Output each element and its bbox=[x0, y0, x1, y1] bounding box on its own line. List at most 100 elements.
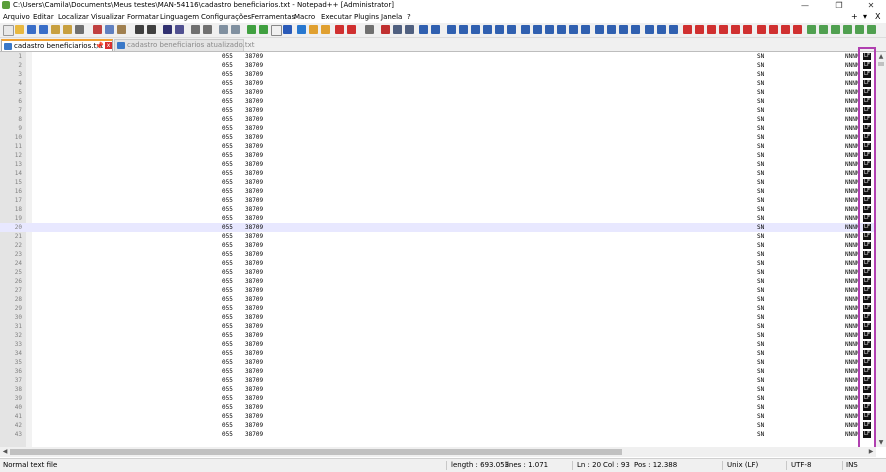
add-tab-icon[interactable]: + bbox=[851, 11, 858, 23]
compare-first-icon[interactable] bbox=[471, 25, 480, 34]
editor-line[interactable]: 34 055 38709 SN NNNN LF bbox=[0, 349, 874, 358]
close-window-button[interactable]: ✕ bbox=[860, 0, 882, 11]
compare-last-icon[interactable] bbox=[507, 25, 516, 34]
replace-icon[interactable] bbox=[175, 25, 184, 34]
tool-green-1-icon[interactable] bbox=[807, 25, 816, 34]
menu-macro[interactable]: Macro bbox=[294, 11, 315, 23]
record-macro-icon[interactable] bbox=[347, 25, 356, 34]
menu-editar[interactable]: Editar bbox=[33, 11, 54, 23]
editor-line[interactable]: 9 055 38709 SN NNNN LF bbox=[0, 124, 874, 133]
scroll-up-icon[interactable]: ▲ bbox=[876, 52, 886, 61]
copy-icon[interactable] bbox=[105, 25, 114, 34]
editor-line[interactable]: 22 055 38709 SN NNNN LF bbox=[0, 241, 874, 250]
panel-b-icon[interactable] bbox=[657, 25, 666, 34]
menu-ferramentas[interactable]: Ferramentas bbox=[251, 11, 295, 23]
stop-macro-icon[interactable] bbox=[365, 25, 374, 34]
show-all-characters-icon[interactable] bbox=[259, 25, 268, 34]
diff-e-icon[interactable] bbox=[569, 25, 578, 34]
save-macro-icon[interactable] bbox=[405, 25, 414, 34]
editor-line[interactable]: 14 055 38709 SN NNNN LF bbox=[0, 169, 874, 178]
editor-line[interactable]: 2 055 38709 SN NNNN LF bbox=[0, 61, 874, 70]
close-all-icon[interactable] bbox=[63, 25, 72, 34]
menu-help[interactable]: ? bbox=[407, 11, 411, 23]
folder-workspace-icon[interactable] bbox=[321, 25, 330, 34]
menu-janela[interactable]: Janela bbox=[381, 11, 402, 23]
compare-clear-icon[interactable] bbox=[459, 25, 468, 34]
editor-line[interactable]: 25 055 38709 SN NNNN LF bbox=[0, 268, 874, 277]
editor-line[interactable]: 11 055 38709 SN NNNN LF bbox=[0, 142, 874, 151]
editor-line[interactable]: 15 055 38709 SN NNNN LF bbox=[0, 178, 874, 187]
function-list-icon[interactable] bbox=[309, 25, 318, 34]
word-wrap-icon[interactable] bbox=[247, 25, 256, 34]
tool-green-3-icon[interactable] bbox=[831, 25, 840, 34]
editor-line[interactable]: 29 055 38709 SN NNNN LF bbox=[0, 304, 874, 313]
zoom-in-icon[interactable] bbox=[191, 25, 200, 34]
nav-b-icon[interactable] bbox=[607, 25, 616, 34]
indent-guide-icon[interactable] bbox=[271, 25, 282, 36]
editor-line[interactable]: 43 055 38709 SN NNNN LF bbox=[0, 430, 874, 439]
editor-line[interactable]: 42 055 38709 SN NNNN LF bbox=[0, 421, 874, 430]
compare-prev-icon[interactable] bbox=[483, 25, 492, 34]
tab-cadastro-beneficiarios[interactable]: cadastro beneficiarios.txt 📌 x bbox=[1, 39, 113, 51]
editor-line[interactable]: 3 055 38709 SN NNNN LF bbox=[0, 70, 874, 79]
play-macro-icon[interactable] bbox=[381, 25, 390, 34]
horizontal-scroll-thumb[interactable] bbox=[10, 449, 622, 455]
nav-a-icon[interactable] bbox=[595, 25, 604, 34]
menu-linguagem[interactable]: Linguagem bbox=[160, 11, 199, 23]
paste-icon[interactable] bbox=[117, 25, 126, 34]
editor-line[interactable]: 20 055 38709 SN NNNN LF bbox=[0, 223, 874, 232]
editor-line[interactable]: 21 055 38709 SN NNNN LF bbox=[0, 232, 874, 241]
diff-d-icon[interactable] bbox=[557, 25, 566, 34]
panel-a-icon[interactable] bbox=[645, 25, 654, 34]
editor-line[interactable]: 31 055 38709 SN NNNN LF bbox=[0, 322, 874, 331]
editor-line[interactable]: 36 055 38709 SN NNNN LF bbox=[0, 367, 874, 376]
tool-green-6-icon[interactable] bbox=[867, 25, 876, 34]
close-file-icon[interactable] bbox=[51, 25, 60, 34]
cut-icon[interactable] bbox=[93, 25, 102, 34]
editor-line[interactable]: 38 055 38709 SN NNNN LF bbox=[0, 385, 874, 394]
diff-c-icon[interactable] bbox=[545, 25, 554, 34]
plugin-a-icon[interactable] bbox=[419, 25, 428, 34]
arrow-red-6-icon[interactable] bbox=[743, 25, 752, 34]
maximize-button[interactable]: ❐ bbox=[828, 0, 850, 11]
editor-line[interactable]: 41 055 38709 SN NNNN LF bbox=[0, 412, 874, 421]
arrow-red-1-icon[interactable] bbox=[683, 25, 692, 34]
open-file-icon[interactable] bbox=[15, 25, 24, 34]
text-editor[interactable]: 1 055 38709 SN NNNN LF 2 055 38709 SN NNNN LF 3 055 38… bbox=[0, 52, 874, 447]
editor-line[interactable]: 12 055 38709 SN NNNN LF bbox=[0, 151, 874, 160]
arrow-red-10-icon[interactable] bbox=[793, 25, 802, 34]
scroll-down-icon[interactable]: ▼ bbox=[876, 438, 886, 447]
arrow-red-8-icon[interactable] bbox=[769, 25, 778, 34]
run-macro-multiple-icon[interactable] bbox=[393, 25, 402, 34]
editor-line[interactable]: 23 055 38709 SN NNNN LF bbox=[0, 250, 874, 259]
editor-line[interactable]: 28 055 38709 SN NNNN LF bbox=[0, 295, 874, 304]
menu-configuracoes[interactable]: Configurações bbox=[201, 11, 251, 23]
status-encoding[interactable]: UTF-8 bbox=[791, 459, 811, 472]
sync-horizontal-icon[interactable] bbox=[231, 25, 240, 34]
editor-line[interactable]: 37 055 38709 SN NNNN LF bbox=[0, 376, 874, 385]
editor-line[interactable]: 27 055 38709 SN NNNN LF bbox=[0, 286, 874, 295]
undo-icon[interactable] bbox=[135, 25, 144, 34]
editor-line[interactable]: 30 055 38709 SN NNNN LF bbox=[0, 313, 874, 322]
vertical-scrollbar[interactable]: ▲ ▼ bbox=[876, 52, 886, 447]
editor-line[interactable]: 24 055 38709 SN NNNN LF bbox=[0, 259, 874, 268]
menu-executar[interactable]: Executar bbox=[321, 11, 352, 23]
editor-line[interactable]: 40 055 38709 SN NNNN LF bbox=[0, 403, 874, 412]
editor-line[interactable]: 39 055 38709 SN NNNN LF bbox=[0, 394, 874, 403]
diff-f-icon[interactable] bbox=[581, 25, 590, 34]
tool-green-4-icon[interactable] bbox=[843, 25, 852, 34]
arrow-red-3-icon[interactable] bbox=[707, 25, 716, 34]
nav-d-icon[interactable] bbox=[631, 25, 640, 34]
doc-map-icon[interactable] bbox=[297, 25, 306, 34]
editor-line[interactable]: 5 055 38709 SN NNNN LF bbox=[0, 88, 874, 97]
scroll-right-icon[interactable]: ▶ bbox=[866, 447, 876, 457]
find-icon[interactable] bbox=[163, 25, 172, 34]
plugin-b-icon[interactable] bbox=[431, 25, 440, 34]
editor-line[interactable]: 32 055 38709 SN NNNN LF bbox=[0, 331, 874, 340]
editor-line[interactable]: 16 055 38709 SN NNNN LF bbox=[0, 187, 874, 196]
menu-localizar[interactable]: Localizar bbox=[58, 11, 89, 23]
arrow-red-7-icon[interactable] bbox=[757, 25, 766, 34]
editor-line[interactable]: 17 055 38709 SN NNNN LF bbox=[0, 196, 874, 205]
tab-cadastro-beneficiarios-atualizado[interactable]: cadastro beneficiarios atualizado.txt bbox=[114, 39, 255, 51]
editor-line[interactable]: 8 055 38709 SN NNNN LF bbox=[0, 115, 874, 124]
